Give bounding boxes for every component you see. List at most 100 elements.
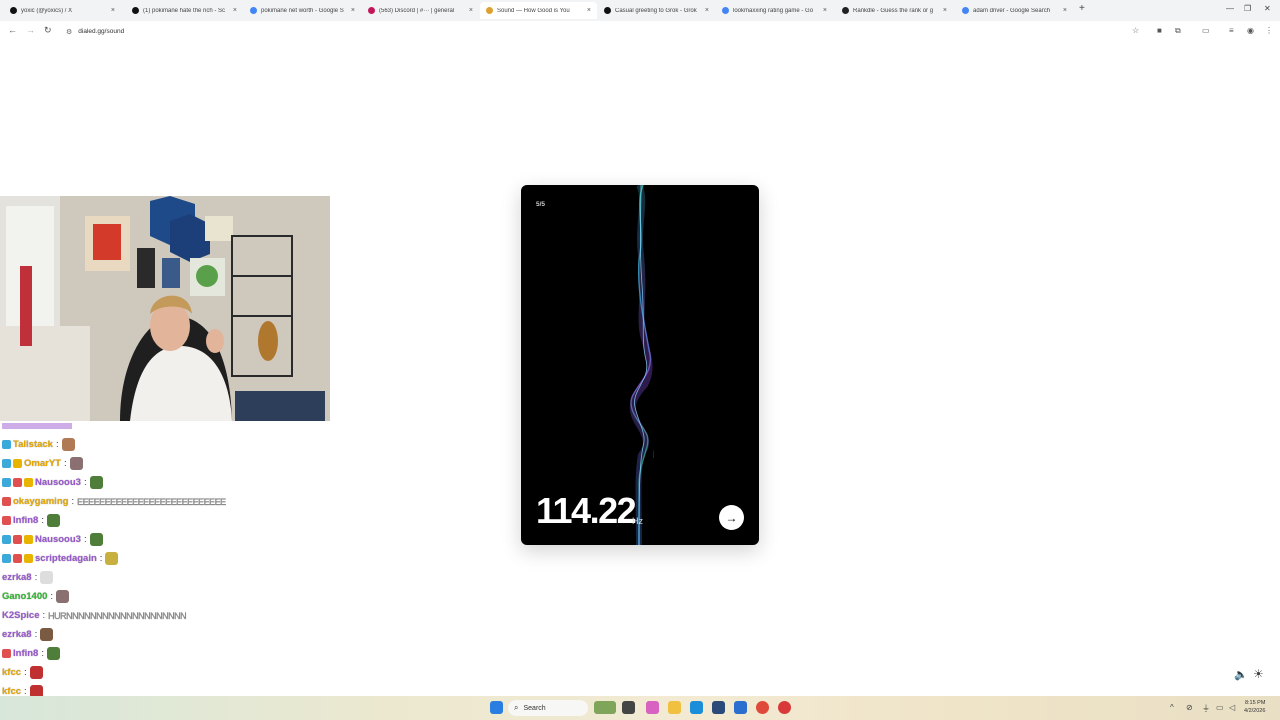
chat-separator: : — [42, 610, 46, 621]
chat-username[interactable]: OmarYT — [24, 458, 61, 469]
chat-separator: : — [83, 534, 87, 545]
chat-username[interactable]: K2Spice — [2, 610, 40, 621]
taskbar-search[interactable]: ⌕ Search — [508, 700, 588, 716]
chat-username[interactable]: Infin8 — [13, 648, 38, 659]
chat-message: Infin8: — [2, 646, 60, 661]
browser-tab[interactable]: (563) Discord | #··· | general × — [362, 2, 479, 19]
chat-emote-icon — [89, 476, 103, 489]
tab-close-icon[interactable]: × — [1063, 7, 1067, 14]
chat-badge-icon — [13, 478, 22, 487]
chat-message: ezrka8: — [2, 570, 54, 585]
url-text: dialed.gg/sound — [78, 28, 125, 35]
chat-separator: : — [50, 591, 54, 602]
chat-separator: : — [34, 629, 38, 640]
tab-close-icon[interactable]: × — [111, 7, 115, 14]
app-icon[interactable] — [712, 701, 725, 714]
browser-tab[interactable]: Rankdle - Guess the rank or g × — [836, 2, 953, 19]
minimize-icon[interactable]: — — [1226, 4, 1234, 13]
tab-close-icon[interactable]: × — [823, 7, 827, 14]
usb-icon[interactable]: ⏚ — [1202, 703, 1210, 714]
tab-title: Sound — How Good is You — [497, 7, 570, 14]
chat-separator: : — [71, 496, 75, 507]
side-panel-icon[interactable]: ▭ — [1202, 26, 1210, 35]
site-info-icon[interactable]: ⚙ — [66, 28, 72, 36]
chat-badge-icon — [24, 554, 33, 563]
stream-chat: Tallstack: OmarYT: Nausoou3: okaygaming: EEE… — [0, 421, 330, 696]
forward-icon[interactable]: → — [26, 25, 35, 35]
chat-username[interactable]: ezrka8 — [2, 629, 32, 640]
chat-username[interactable]: ezrka8 — [2, 572, 32, 583]
chat-emote-icon — [69, 457, 83, 470]
system-clock[interactable]: 8:15 PM 4/2/2026 — [1244, 699, 1265, 715]
browser-tab[interactable]: pokimane net worth - Google S × — [244, 2, 361, 19]
menu-icon[interactable]: ⋮ — [1265, 26, 1273, 35]
copilot-icon[interactable] — [646, 701, 659, 714]
browser-tab[interactable]: (1) pokimane hate the rich - Sc × — [126, 2, 243, 19]
chat-username[interactable]: scriptedagain — [35, 553, 97, 564]
maximize-icon[interactable]: ❐ — [1244, 4, 1251, 13]
tab-title: Rankdle - Guess the rank or g — [853, 7, 934, 14]
chat-message: Tallstack: — [2, 437, 75, 452]
chat-badge-icon — [2, 535, 11, 544]
tab-close-icon[interactable]: × — [587, 7, 591, 14]
chat-badge-icon — [2, 649, 11, 658]
browser-tab[interactable]: Casual greeting to Grok - Grok × — [598, 2, 715, 19]
browser-tab[interactable]: adam driver - Google Search × — [956, 2, 1073, 19]
tray-chevron-icon[interactable]: ^ — [1170, 703, 1174, 712]
media-control-icon[interactable]: ≡ — [1229, 26, 1234, 35]
profile-icon[interactable]: ◉ — [1247, 26, 1254, 35]
chat-message: OmarYT: — [2, 456, 83, 471]
app-red-icon[interactable] — [778, 701, 791, 714]
task-view-icon[interactable] — [622, 701, 635, 714]
start-icon[interactable] — [490, 701, 503, 714]
chat-badge-icon — [2, 554, 11, 563]
edge-icon[interactable] — [690, 701, 703, 714]
store-icon[interactable] — [734, 701, 747, 714]
address-bar[interactable]: ⚙ dialed.gg/sound — [66, 24, 1151, 39]
extension-icon[interactable]: ■ — [1157, 26, 1162, 35]
chat-message: K2Spice: HURNNNNNNNNNNNNNNNNNNNN — [2, 608, 187, 623]
speaker-icon[interactable]: ◁ — [1229, 703, 1235, 712]
text-cursor-icon: I — [652, 449, 656, 461]
next-button[interactable]: → — [719, 505, 744, 530]
network-off-icon[interactable]: ⊘ — [1186, 703, 1193, 712]
tab-favicon-icon — [842, 7, 849, 14]
brightness-icon[interactable]: ☀ — [1253, 667, 1264, 681]
reload-icon[interactable]: ↻ — [44, 25, 52, 36]
tab-close-icon[interactable]: × — [705, 7, 709, 14]
browser-tab[interactable]: yoxic (@yoxics) / X × — [4, 2, 121, 19]
chat-username[interactable]: Gano1400 — [2, 591, 47, 602]
tab-close-icon[interactable]: × — [469, 7, 473, 14]
chat-username[interactable]: Infin8 — [13, 515, 38, 526]
chat-username[interactable]: Nausoou3 — [35, 477, 81, 488]
tab-close-icon[interactable]: × — [233, 7, 237, 14]
chrome-icon[interactable] — [756, 701, 769, 714]
webcam-overlay — [0, 196, 330, 421]
file-explorer-icon[interactable] — [668, 701, 681, 714]
close-window-icon[interactable]: ✕ — [1264, 4, 1271, 13]
browser-tab[interactable]: Sound — How Good is You × — [480, 2, 597, 19]
wifi-icon[interactable]: ▭ — [1216, 703, 1224, 712]
chat-badge-icon — [24, 478, 33, 487]
new-tab-button[interactable]: + — [1079, 3, 1085, 14]
chat-username[interactable]: okaygaming — [13, 496, 68, 507]
tab-close-icon[interactable]: × — [351, 7, 355, 14]
windows-taskbar: ⌕ Search ^ ⊘ ⏚ ▭ ◁ 8:15 PM 4/2/2026 — [0, 696, 1280, 720]
chat-username[interactable]: kfcc — [2, 686, 21, 696]
extensions-puzzle-icon[interactable]: ⧉ — [1175, 26, 1181, 36]
tab-close-icon[interactable]: × — [943, 7, 947, 14]
chat-text: EEEEEEEEEEEEEEEEEEEEEEEEEEE — [77, 496, 226, 507]
widget-icon[interactable] — [594, 701, 616, 714]
tab-title: lookmaxxing rating game - Go — [733, 7, 814, 14]
clock-date: 4/2/2026 — [1244, 708, 1266, 714]
chat-username[interactable]: Nausoou3 — [35, 534, 81, 545]
bookmark-star-icon[interactable]: ☆ — [1132, 26, 1139, 35]
back-icon[interactable]: ← — [8, 25, 17, 35]
tab-title: (1) pokimane hate the rich - Sc — [143, 7, 226, 14]
volume-icon[interactable]: 🔈 — [1234, 668, 1248, 681]
chat-username[interactable]: kfcc — [2, 667, 21, 678]
browser-tab[interactable]: lookmaxxing rating game - Go × — [716, 2, 833, 19]
webcam-feed-image — [0, 196, 330, 421]
chat-badge-icon — [2, 440, 11, 449]
chat-username[interactable]: Tallstack — [13, 439, 53, 450]
